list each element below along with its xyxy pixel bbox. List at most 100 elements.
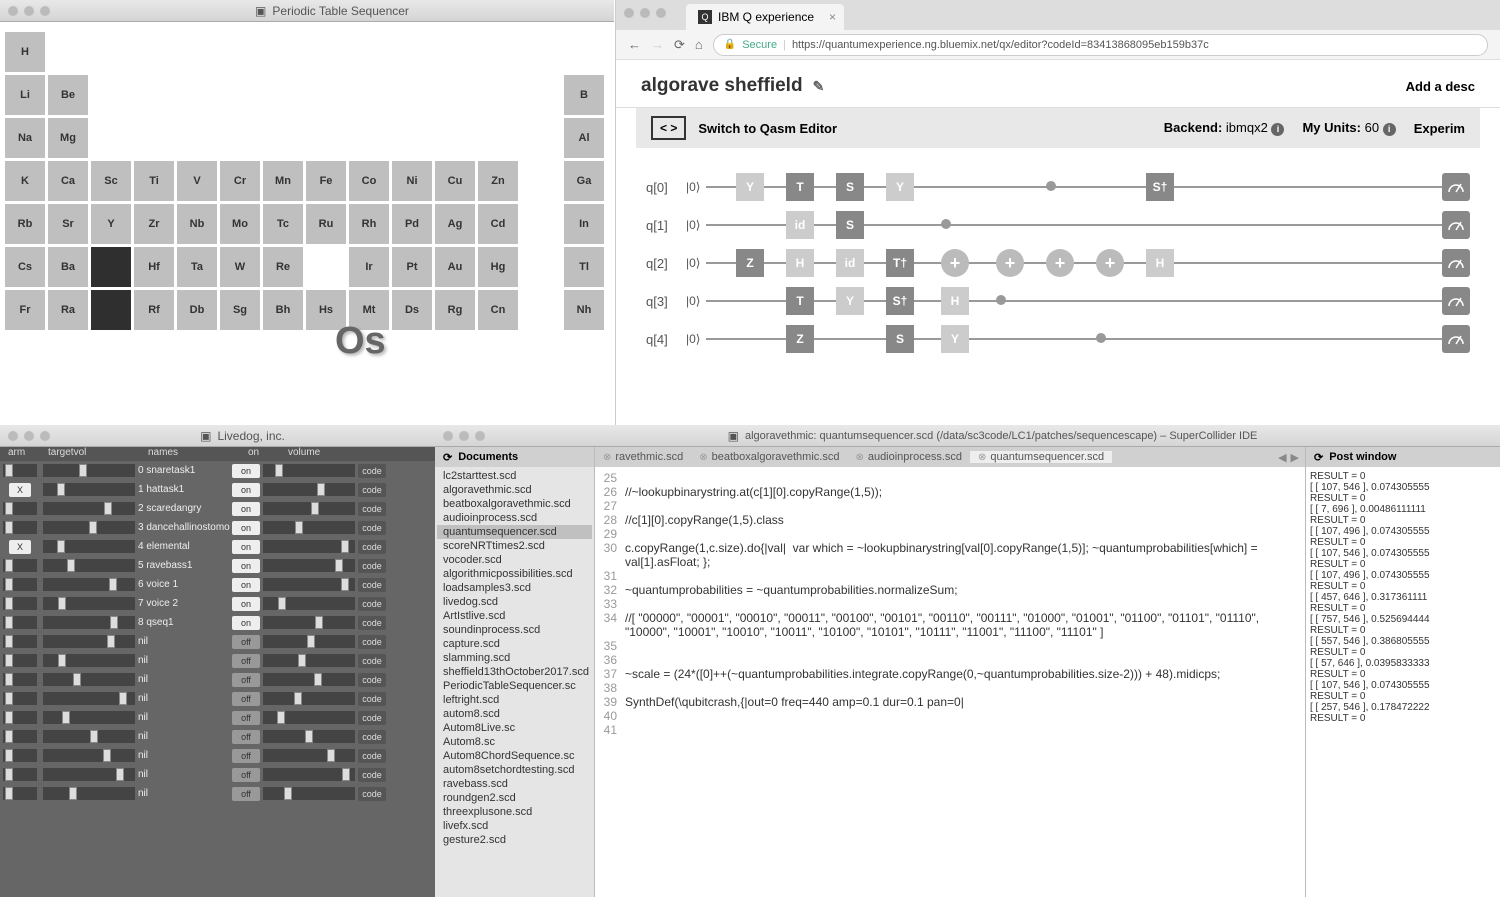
- doc-item[interactable]: livefx.scd: [437, 819, 592, 833]
- code-line[interactable]: [625, 527, 1305, 541]
- element-cell[interactable]: Ta: [177, 247, 217, 287]
- info-icon[interactable]: i: [1383, 123, 1396, 136]
- doc-item[interactable]: soundinprocess.scd: [437, 623, 592, 637]
- element-cell[interactable]: Fr: [5, 290, 45, 330]
- tab-close-icon[interactable]: ⊗: [978, 452, 986, 463]
- on-toggle[interactable]: on: [232, 578, 260, 592]
- code-line[interactable]: [625, 653, 1305, 667]
- on-toggle[interactable]: off: [232, 730, 260, 744]
- element-cell[interactable]: Li: [5, 75, 45, 115]
- code-switch-icon[interactable]: < >: [651, 116, 686, 140]
- element-cell[interactable]: Fe: [306, 161, 346, 201]
- quantum-gate[interactable]: T: [786, 287, 814, 315]
- doc-item[interactable]: slamming.scd: [437, 651, 592, 665]
- targetvol-slider[interactable]: [43, 654, 135, 667]
- element-cell[interactable]: Ga: [564, 161, 604, 201]
- doc-item[interactable]: capture.scd: [437, 637, 592, 651]
- element-cell[interactable]: Cs: [5, 247, 45, 287]
- code-button[interactable]: code: [358, 749, 386, 763]
- browser-tab[interactable]: Q IBM Q experience ×: [686, 4, 844, 30]
- targetvol-slider[interactable]: [43, 749, 135, 762]
- arm-slider[interactable]: [3, 559, 37, 572]
- doc-item[interactable]: gesture2.scd: [437, 833, 592, 847]
- element-cell[interactable]: Mg: [48, 118, 88, 158]
- editor-tab[interactable]: ⊗beatboxalgoravethmic.scd: [691, 451, 847, 463]
- quantum-gate[interactable]: +: [941, 249, 969, 277]
- arm-slider[interactable]: [3, 597, 37, 610]
- volume-slider[interactable]: [263, 673, 355, 686]
- on-toggle[interactable]: off: [232, 711, 260, 725]
- doc-item[interactable]: Autom8.sc: [437, 735, 592, 749]
- quantum-gate[interactable]: Y: [886, 173, 914, 201]
- code-button[interactable]: code: [358, 559, 386, 573]
- quantum-gate[interactable]: +: [996, 249, 1024, 277]
- traffic-light[interactable]: [656, 8, 666, 18]
- forward-icon[interactable]: →: [651, 37, 664, 52]
- tab-close-icon[interactable]: ⊗: [603, 452, 611, 463]
- traffic-light[interactable]: [443, 431, 453, 441]
- volume-slider[interactable]: [263, 559, 355, 572]
- control-dot[interactable]: [1096, 333, 1106, 343]
- arm-slider[interactable]: [3, 502, 37, 515]
- quantum-gate[interactable]: +: [1046, 249, 1074, 277]
- code-line[interactable]: [625, 681, 1305, 695]
- targetvol-slider[interactable]: [43, 692, 135, 705]
- element-cell[interactable]: Zr: [134, 204, 174, 244]
- quantum-gate[interactable]: T†: [886, 249, 914, 277]
- on-toggle[interactable]: on: [232, 483, 260, 497]
- quantum-gate[interactable]: H: [786, 249, 814, 277]
- volume-slider[interactable]: [263, 521, 355, 534]
- element-cell[interactable]: Ru: [306, 204, 346, 244]
- element-cell[interactable]: Al: [564, 118, 604, 158]
- control-dot[interactable]: [996, 295, 1006, 305]
- volume-slider[interactable]: [263, 711, 355, 724]
- on-toggle[interactable]: on: [232, 616, 260, 630]
- code-line[interactable]: [625, 499, 1305, 513]
- element-cell[interactable]: Tl: [564, 247, 604, 287]
- on-toggle[interactable]: off: [232, 787, 260, 801]
- targetvol-slider[interactable]: [43, 768, 135, 781]
- editor-tab[interactable]: ⊗audioinprocess.scd: [847, 451, 970, 463]
- element-cell[interactable]: Ni: [392, 161, 432, 201]
- volume-slider[interactable]: [263, 654, 355, 667]
- quantum-gate[interactable]: S†: [886, 287, 914, 315]
- element-cell[interactable]: Rf: [134, 290, 174, 330]
- arm-slider[interactable]: [3, 654, 37, 667]
- targetvol-slider[interactable]: [43, 711, 135, 724]
- qubit-wire[interactable]: ZSY: [706, 338, 1470, 340]
- refresh-icon[interactable]: ⟳: [1314, 451, 1323, 464]
- arm-slider[interactable]: [3, 768, 37, 781]
- element-cell[interactable]: [91, 247, 131, 287]
- element-cell[interactable]: Sg: [220, 290, 260, 330]
- traffic-light[interactable]: [40, 6, 50, 16]
- qubit-wire[interactable]: TYS†H: [706, 300, 1470, 302]
- on-toggle[interactable]: on: [232, 559, 260, 573]
- element-cell[interactable]: Rb: [5, 204, 45, 244]
- element-cell[interactable]: Zn: [478, 161, 518, 201]
- targetvol-slider[interactable]: [43, 464, 135, 477]
- element-cell[interactable]: Ag: [435, 204, 475, 244]
- traffic-light[interactable]: [40, 431, 50, 441]
- quantum-gate[interactable]: Z: [786, 325, 814, 353]
- doc-item[interactable]: PeriodicTableSequencer.sc: [437, 679, 592, 693]
- code-line[interactable]: //c[1][0].copyRange(1,5).class: [625, 513, 1305, 527]
- quantum-gate[interactable]: H: [1146, 249, 1174, 277]
- traffic-light[interactable]: [624, 8, 634, 18]
- element-cell[interactable]: Na: [5, 118, 45, 158]
- doc-item[interactable]: sheffield13thOctober2017.scd: [437, 665, 592, 679]
- traffic-light[interactable]: [24, 431, 34, 441]
- on-toggle[interactable]: on: [232, 502, 260, 516]
- element-cell[interactable]: In: [564, 204, 604, 244]
- on-toggle[interactable]: off: [232, 673, 260, 687]
- volume-slider[interactable]: [263, 464, 355, 477]
- doc-item[interactable]: quantumsequencer.scd: [437, 525, 592, 539]
- quantum-gate[interactable]: T: [786, 173, 814, 201]
- arm-button[interactable]: X: [9, 540, 31, 554]
- code-button[interactable]: code: [358, 578, 386, 592]
- code-button[interactable]: code: [358, 464, 386, 478]
- element-cell[interactable]: Db: [177, 290, 217, 330]
- arm-slider[interactable]: [3, 711, 37, 724]
- code-line[interactable]: [625, 723, 1305, 737]
- traffic-light[interactable]: [475, 431, 485, 441]
- code-line[interactable]: c.copyRange(1,c.size).do{|val| var which…: [625, 541, 1305, 569]
